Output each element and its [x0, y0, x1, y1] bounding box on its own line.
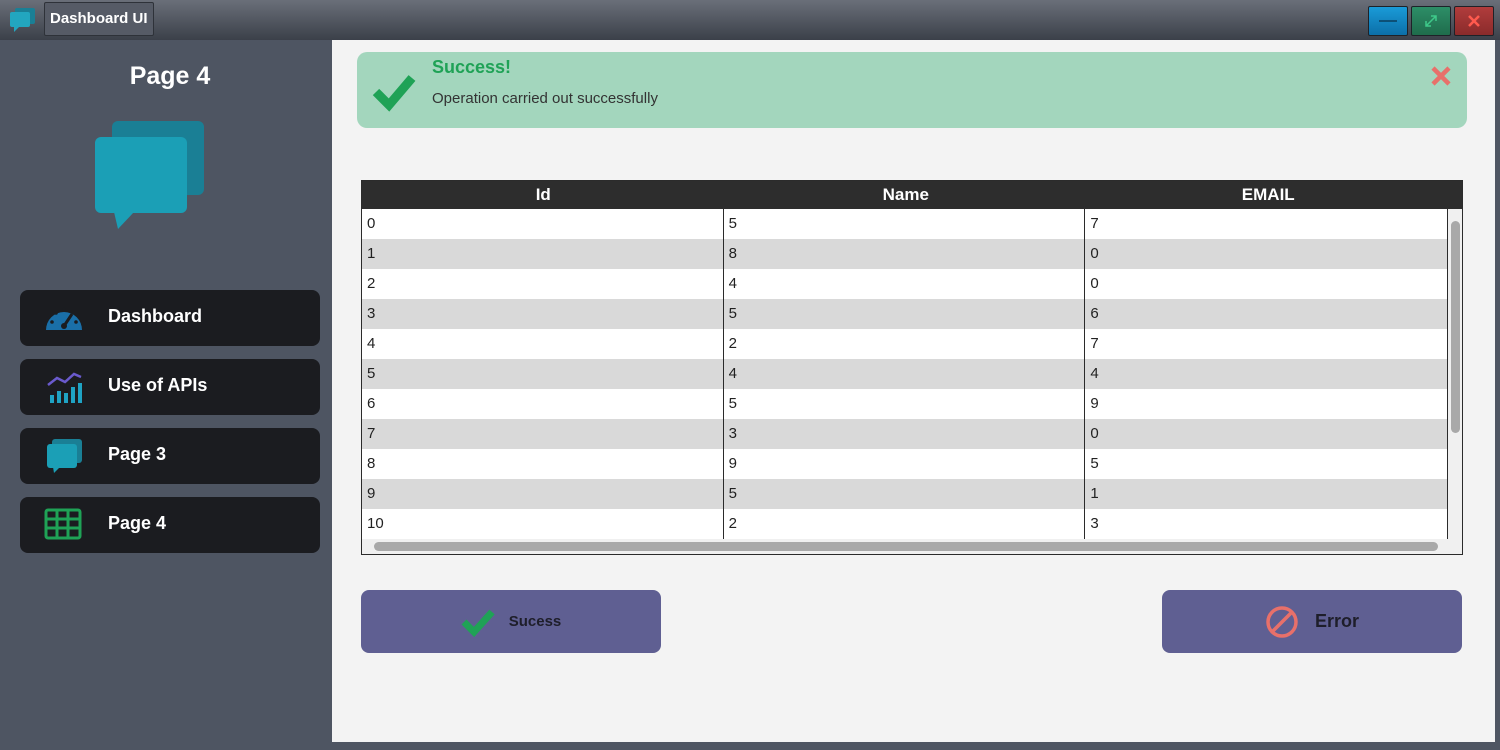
vertical-scrollbar[interactable]: [1448, 209, 1462, 539]
close-window-button[interactable]: [1454, 6, 1494, 36]
table-cell: 0: [1090, 425, 1099, 442]
table-cell: 3: [724, 419, 1086, 449]
table-cell: 4: [1090, 365, 1099, 382]
table-cell: 5: [724, 209, 1086, 239]
table-cell: 4: [362, 329, 724, 359]
sidebar: Page 4 Dashboard Use of APIs Page 3 Page…: [0, 40, 332, 750]
speedometer-icon: [46, 307, 82, 330]
minimize-icon: [1379, 20, 1397, 22]
chat-bubbles-icon: [47, 439, 82, 473]
table-cell: 1: [1090, 485, 1099, 502]
table-row[interactable]: 895: [362, 449, 1447, 479]
table-cell: 3: [1090, 515, 1099, 532]
success-button-label: Sucess: [508, 613, 562, 630]
sidebar-item-dashboard[interactable]: Dashboard: [20, 290, 320, 346]
table-row[interactable]: 240: [362, 269, 1447, 299]
close-icon[interactable]: [1429, 64, 1453, 88]
table-cell: 4: [724, 269, 1086, 299]
horizontal-scrollbar[interactable]: [362, 539, 1462, 554]
sidebar-item-page-4[interactable]: Page 4: [20, 497, 320, 553]
table-cell: 3: [362, 299, 724, 329]
success-alert: Success! Operation carried out successfu…: [357, 52, 1467, 128]
table-cell: 7: [1090, 215, 1099, 232]
table-cell: 1: [362, 239, 724, 269]
table-body: 0 5 7 1 8 0 2 4 0 3 5 6 4 2 7 5 4 4 6 5 9 7 3 0 8 9 5 9 5 1 10 2 3: [362, 209, 1447, 539]
table-cell: 6: [1090, 305, 1099, 322]
app-chat-icon: [10, 8, 35, 32]
table-row[interactable]: 544: [362, 359, 1447, 389]
table-cell: 4: [724, 359, 1086, 389]
table-cell: 2: [724, 329, 1086, 359]
window-title: Dashboard UI: [44, 2, 154, 36]
prohibited-icon: [1266, 605, 1298, 638]
column-header-id[interactable]: Id: [362, 181, 725, 209]
sidebar-item-page-3[interactable]: Page 3: [20, 428, 320, 484]
table-cell: 9: [1090, 395, 1099, 412]
table-icon: [44, 508, 82, 540]
table-row[interactable]: 427: [362, 329, 1447, 359]
table-cell: 0: [1090, 275, 1099, 292]
table-cell: 5: [1090, 455, 1099, 472]
table-row[interactable]: 356: [362, 299, 1447, 329]
sidebar-title: Page 4: [129, 62, 211, 90]
table-row[interactable]: 951: [362, 479, 1447, 509]
check-icon: [372, 75, 416, 112]
table-row[interactable]: 659: [362, 389, 1447, 419]
table-cell: 8: [362, 449, 724, 479]
sidebar-item-label: Page 4: [108, 513, 167, 533]
table-row[interactable]: 10 2 3: [362, 509, 1447, 539]
success-button[interactable]: Sucess: [361, 590, 661, 653]
table-row[interactable]: 730: [362, 419, 1447, 449]
table-cell: 5: [724, 389, 1086, 419]
error-button[interactable]: Error: [1162, 590, 1462, 653]
chat-bubbles-icon: [95, 121, 204, 229]
horizontal-scrollbar-thumb[interactable]: [374, 542, 1438, 551]
close-icon: [1468, 15, 1480, 27]
sidebar-item-label: Use of APIs: [108, 375, 208, 395]
table-cell: 5: [724, 479, 1086, 509]
table-cell: 7: [362, 419, 724, 449]
alert-message: Operation carried out successfully: [432, 90, 658, 107]
table-cell: 6: [362, 389, 724, 419]
minimize-button[interactable]: [1368, 6, 1408, 36]
table-cell: 0: [1090, 245, 1099, 262]
table-cell: 10: [362, 509, 724, 539]
table-cell: 9: [362, 479, 724, 509]
sidebar-item-use-of-apis[interactable]: Use of APIs: [20, 359, 320, 415]
table-cell: 5: [724, 299, 1086, 329]
bar-chart-icon: [47, 372, 82, 403]
column-header-name[interactable]: Name: [725, 181, 1088, 209]
column-header-email[interactable]: EMAIL: [1087, 181, 1450, 209]
expand-icon: [1425, 15, 1437, 27]
vertical-scrollbar-thumb[interactable]: [1451, 221, 1460, 433]
table-cell: 7: [1090, 335, 1099, 352]
main-content: Success! Operation carried out successfu…: [332, 40, 1495, 742]
title-bar: Dashboard UI: [0, 0, 1500, 40]
table-row[interactable]: 057: [362, 209, 1447, 239]
sidebar-item-label: Page 3: [108, 444, 167, 464]
table-cell: 5: [362, 359, 724, 389]
data-table: Id Name EMAIL 05718024035642754465973089…: [361, 180, 1463, 555]
sidebar-item-label: Dashboard: [108, 306, 203, 326]
table-cell: 2: [362, 269, 724, 299]
table-cell: 9: [724, 449, 1086, 479]
maximize-button[interactable]: [1411, 6, 1451, 36]
table-cell: 2: [724, 509, 1086, 539]
table-row[interactable]: 180: [362, 239, 1447, 269]
alert-title: Success!: [432, 57, 512, 77]
table-cell: 0: [362, 209, 724, 239]
table-cell: 8: [724, 239, 1086, 269]
check-icon: [461, 609, 495, 637]
error-button-label: Error: [1314, 611, 1359, 631]
table-header: Id Name EMAIL: [362, 181, 1462, 209]
